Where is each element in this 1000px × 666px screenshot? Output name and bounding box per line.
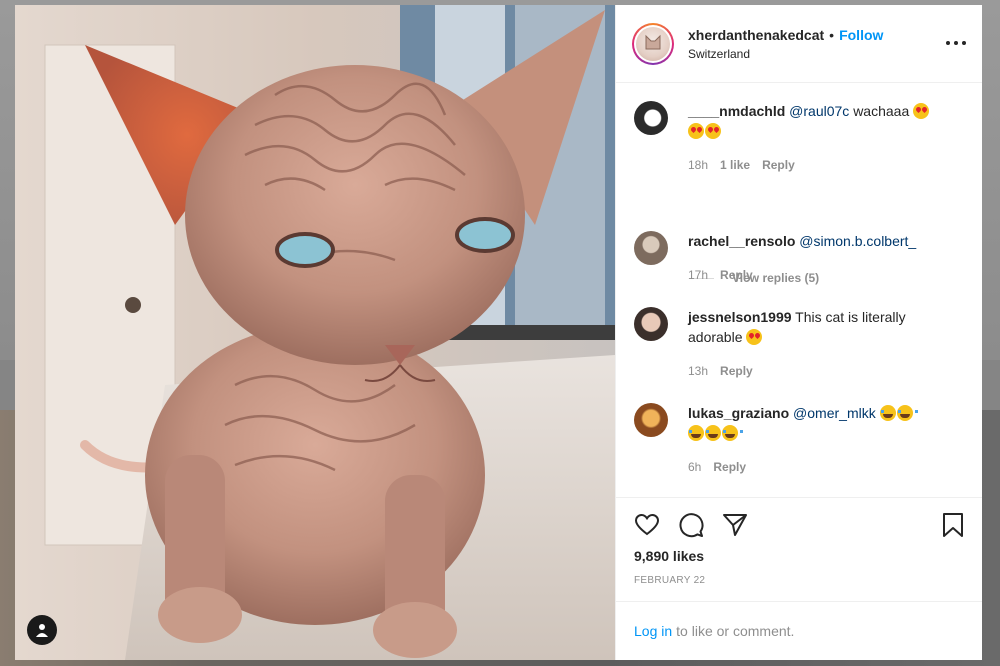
reply-button[interactable]: Reply — [762, 155, 795, 175]
separator-dot: • — [829, 26, 835, 43]
comment-bubble-icon[interactable] — [678, 512, 704, 538]
comment-meta: 6h Reply — [688, 457, 914, 477]
follow-button[interactable]: Follow — [839, 27, 883, 43]
joy-emoji-icon — [688, 425, 709, 441]
comment-meta: 13h Reply — [688, 361, 906, 381]
comment-username[interactable]: ____nmdachld — [688, 103, 785, 119]
user-tag-icon[interactable] — [27, 615, 57, 645]
comment-username[interactable]: lukas_graziano — [688, 405, 789, 421]
comment-meta: 17h Reply — [688, 265, 916, 285]
heart-icon[interactable] — [634, 512, 660, 538]
reply-button[interactable]: Reply — [713, 457, 746, 477]
reply-button[interactable]: Reply — [720, 361, 753, 381]
comment-item: rachel__rensolo @simon.b.colbert_ 17h Re… — [634, 231, 954, 285]
profile-avatar-image — [636, 26, 670, 61]
comment-avatar[interactable] — [634, 231, 668, 265]
cat-logo-icon — [645, 34, 661, 49]
joy-emoji-icon — [896, 405, 918, 421]
heart-eyes-emoji-icon — [913, 103, 930, 119]
post-photo[interactable] — [15, 5, 615, 660]
reply-button[interactable]: Reply — [720, 265, 753, 285]
likes-count[interactable]: 9,890 likes — [634, 548, 704, 564]
comment-likes[interactable]: 1 like — [720, 155, 750, 175]
comment-item: lukas_graziano @omer_mlkk 6h Reply — [634, 403, 954, 477]
action-icons — [634, 512, 766, 538]
comment-text: This cat is literally — [795, 309, 906, 325]
login-link[interactable]: Log in — [634, 623, 672, 639]
post-date[interactable]: FEBRUARY 22 — [634, 575, 705, 586]
comments-list: ____nmdachld @raul07c wachaaa 18h 1 like… — [616, 83, 982, 497]
post-actions: 9,890 likes FEBRUARY 22 — [616, 497, 982, 601]
user-tag-glyph — [36, 624, 48, 637]
bookmark-icon[interactable] — [940, 512, 966, 538]
more-options-icon[interactable] — [946, 35, 966, 51]
paper-plane-icon[interactable] — [722, 512, 748, 538]
joy-emoji-icon — [705, 425, 726, 441]
heart-eyes-emoji-icon — [746, 329, 763, 345]
heart-eyes-emoji-icon — [688, 123, 704, 139]
login-prompt-text: to like or comment. — [676, 622, 795, 639]
comment-text-line2: adorable — [688, 329, 743, 345]
post-side-panel: xherdanthenakedcat • Follow Switzerland … — [615, 5, 982, 660]
comment-mention[interactable]: @omer_mlkk — [793, 405, 876, 421]
comment-time[interactable]: 18h — [688, 155, 708, 175]
comment-item: ____nmdachld @raul07c wachaaa 18h 1 like… — [634, 101, 954, 175]
comment-avatar[interactable] — [634, 101, 668, 135]
comment-mention[interactable]: @raul07c — [789, 103, 849, 119]
comment-time[interactable]: 17h — [688, 265, 708, 285]
comment-text: wachaaa — [853, 103, 910, 119]
joy-emoji-icon — [879, 405, 901, 421]
comment-username[interactable]: rachel__rensolo — [688, 233, 795, 249]
post-header: xherdanthenakedcat • Follow Switzerland — [616, 5, 982, 83]
comment-mention[interactable]: @simon.b.colbert_ — [799, 233, 916, 249]
comment-username[interactable]: jessnelson1999 — [688, 309, 792, 325]
joy-emoji-icon — [722, 425, 743, 441]
comment-meta: 18h 1 like Reply — [688, 155, 930, 175]
login-bar: Log in to like or comment. — [616, 601, 982, 659]
header-text: xherdanthenakedcat • Follow Switzerland — [688, 27, 883, 61]
heart-eyes-emoji-icon — [705, 123, 721, 139]
post-location[interactable]: Switzerland — [688, 47, 883, 61]
comment-avatar[interactable] — [634, 403, 668, 437]
comment-avatar[interactable] — [634, 307, 668, 341]
comment-item: jessnelson1999 This cat is literally ado… — [634, 307, 954, 381]
post-username[interactable]: xherdanthenakedcat — [688, 27, 824, 43]
comment-time[interactable]: 6h — [688, 457, 701, 477]
profile-avatar[interactable] — [632, 22, 674, 65]
comment-time[interactable]: 13h — [688, 361, 708, 381]
cat-photo-image — [15, 5, 615, 660]
